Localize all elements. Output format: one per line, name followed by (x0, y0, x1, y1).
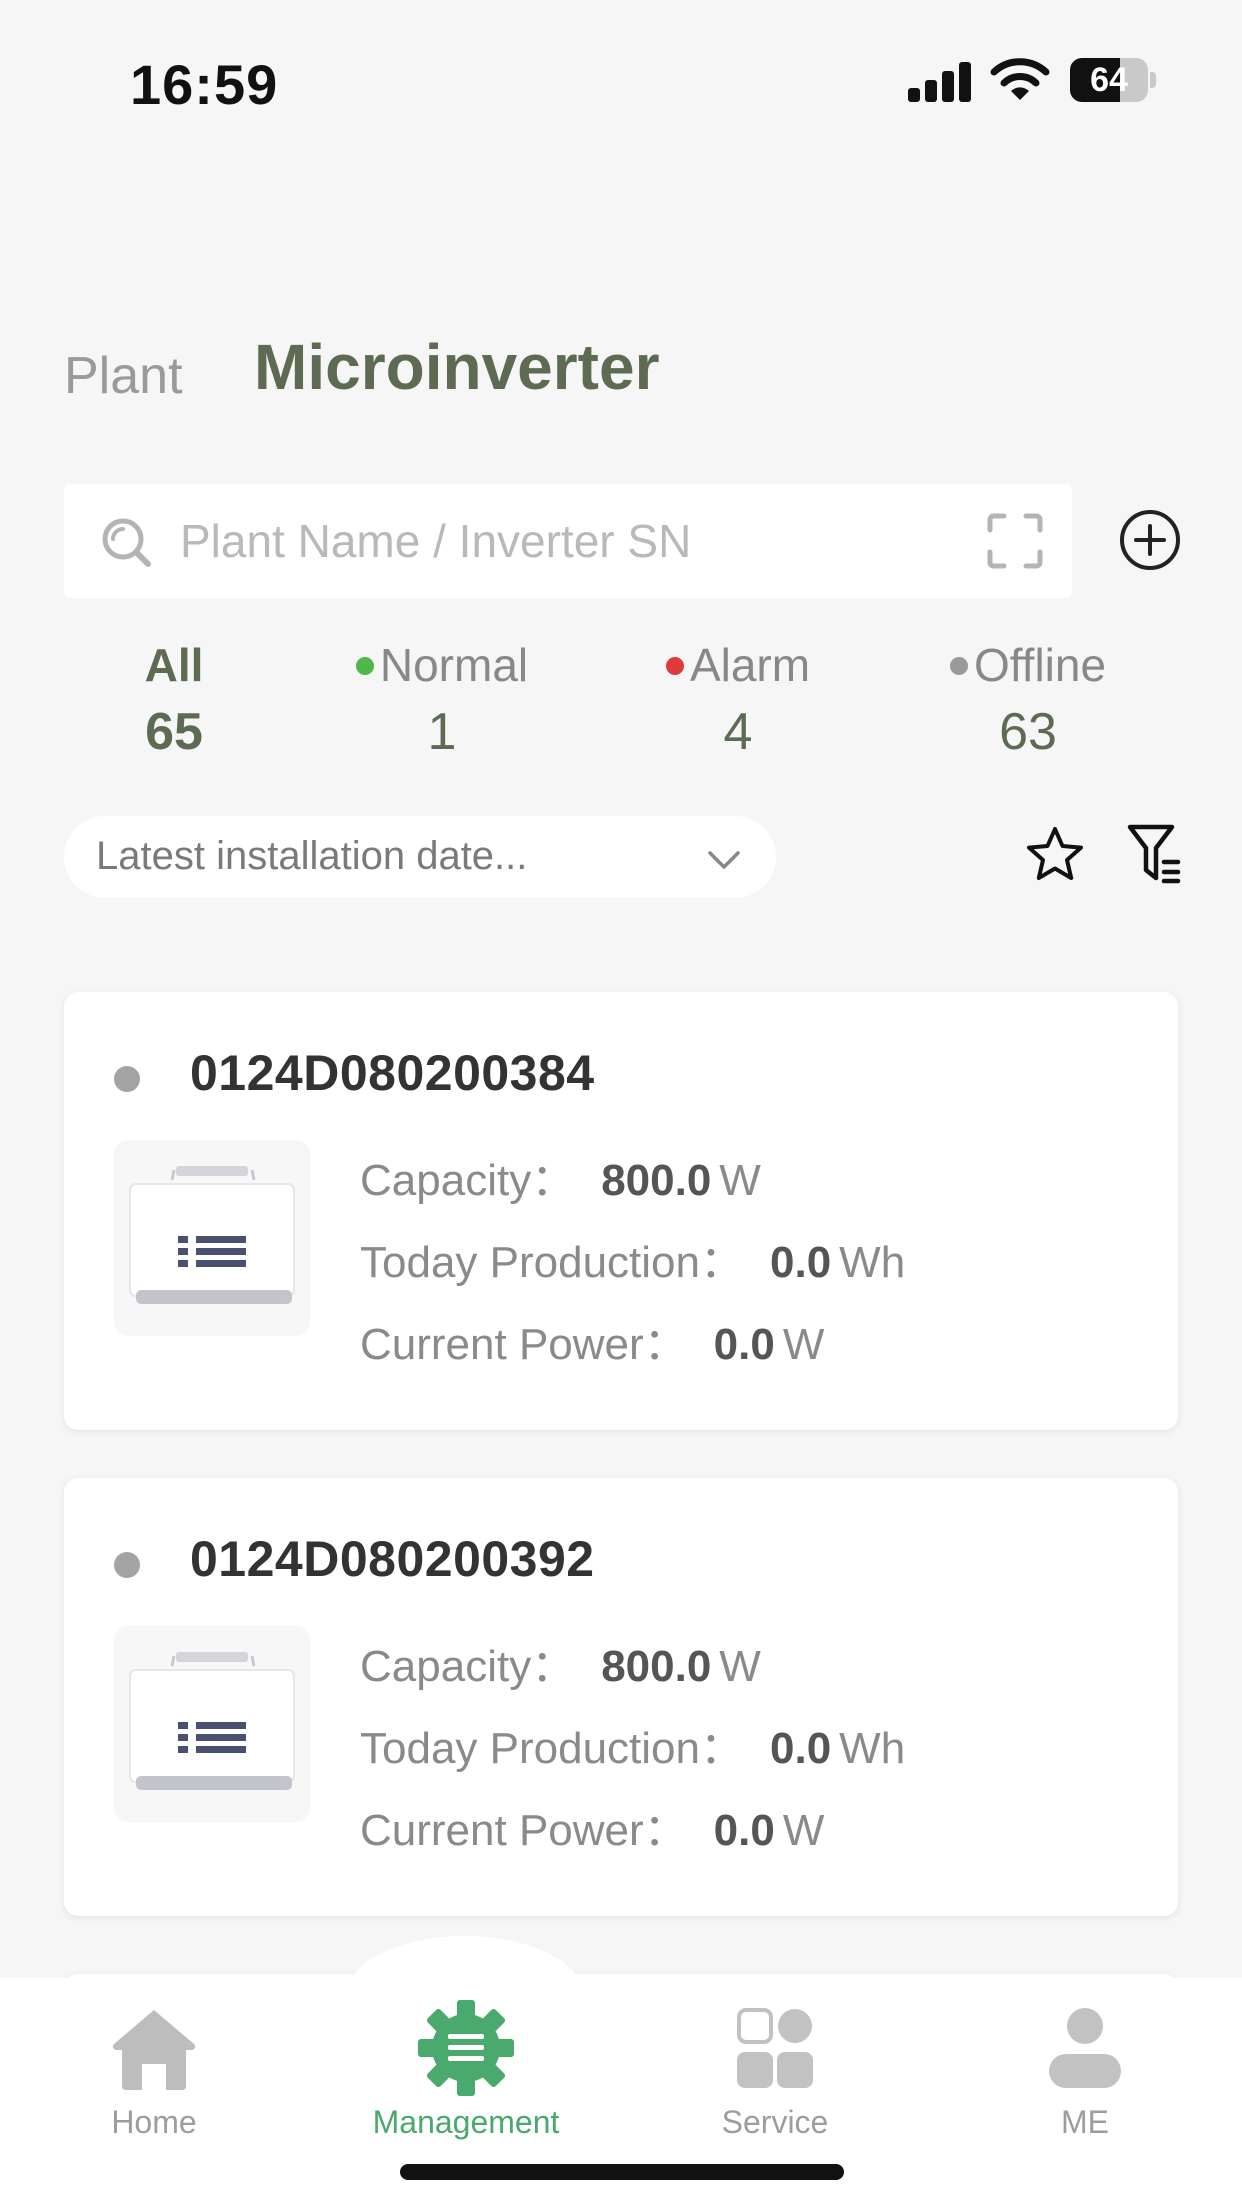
home-indicator (400, 2164, 844, 2180)
today-production-row: Today Production： 0.0 Wh (360, 1712, 905, 1776)
filter-normal[interactable]: Normal 1 (322, 638, 562, 768)
service-grid-icon (737, 2008, 813, 2088)
microinverter-device-icon (114, 1626, 310, 1822)
search-icon (102, 518, 151, 567)
filter-alarm-label: Alarm (689, 639, 811, 691)
today-production-label: Today Production： (360, 1238, 744, 1287)
today-production-unit: Wh (839, 1724, 906, 1773)
tab-microinverter[interactable]: Microinverter (254, 330, 659, 404)
nav-me[interactable]: ME (935, 2000, 1235, 2140)
favorite-star-icon[interactable] (1024, 824, 1086, 886)
filter-normal-label: Normal (379, 639, 529, 691)
device-status-dot (114, 1552, 140, 1578)
filter-all[interactable]: All 65 (94, 638, 254, 768)
capacity-row: Capacity： 800.0 W (360, 1630, 761, 1694)
capacity-label: Capacity： (360, 1156, 576, 1205)
status-bar: 16:59 64 (0, 0, 1242, 150)
capacity-value: 800.0 (601, 1642, 712, 1691)
nav-home-label: Home (111, 2104, 197, 2140)
scan-icon[interactable] (986, 512, 1044, 570)
sort-select[interactable]: Latest installation date... (64, 816, 776, 898)
nav-management[interactable]: Management (316, 2000, 616, 2140)
capacity-unit: W (719, 1642, 761, 1691)
current-power-label: Current Power： (360, 1806, 688, 1855)
filter-all-label: All (144, 639, 204, 691)
add-button[interactable] (1118, 508, 1182, 572)
today-production-value: 0.0 (770, 1724, 832, 1773)
capacity-unit: W (719, 1156, 761, 1205)
device-card[interactable]: 0124D080200392 Capacity： 800.0 W Today Pro… (64, 1478, 1178, 1916)
current-power-unit: W (782, 1806, 825, 1855)
filter-offline-count: 63 (999, 703, 1057, 761)
capacity-label: Capacity： (360, 1642, 576, 1691)
nav-me-label: ME (1061, 2104, 1109, 2140)
signal-icon (908, 62, 972, 102)
person-icon (1049, 2008, 1121, 2088)
current-power-value: 0.0 (713, 1320, 775, 1369)
app-screen: 16:59 64 Plant Microinverter Plant Name … (0, 0, 1242, 2208)
today-production-value: 0.0 (770, 1238, 832, 1287)
management-gear-icon (418, 2000, 514, 2096)
device-sn: 0124D080200384 (190, 1045, 595, 1101)
current-power-row: Current Power： 0.0 W (360, 1794, 824, 1858)
current-power-label: Current Power： (360, 1320, 688, 1369)
search-box (64, 484, 1072, 598)
today-production-row: Today Production： 0.0 Wh (360, 1226, 905, 1290)
offline-dot-icon (949, 657, 968, 675)
sort-selected-label: Latest installation date... (96, 834, 528, 878)
filter-offline[interactable]: Offline 63 (918, 638, 1138, 768)
device-status-dot (114, 1066, 140, 1092)
microinverter-device-icon (114, 1140, 310, 1336)
today-production-label: Today Production： (360, 1724, 744, 1773)
filter-alarm-count: 4 (723, 703, 753, 761)
current-power-row: Current Power： 0.0 W (360, 1308, 824, 1372)
device-sn: 0124D080200392 (190, 1531, 595, 1587)
capacity-value: 800.0 (601, 1156, 712, 1205)
status-filters: All 65 Normal 1 Alarm 4 Offline 63 (0, 638, 1242, 768)
filter-icon[interactable] (1126, 822, 1184, 886)
top-tabs: Plant Microinverter (64, 330, 1164, 420)
normal-dot-icon (355, 657, 374, 675)
device-card[interactable]: 0124D080200384 Capacity： 800.0 W Today Pro… (64, 992, 1178, 1430)
wifi-icon (990, 58, 1050, 100)
capacity-row: Capacity： 800.0 W (360, 1144, 761, 1208)
nav-home[interactable]: Home (4, 2000, 304, 2140)
filter-all-count: 65 (145, 703, 203, 761)
battery-icon: 64 (1070, 58, 1156, 102)
tab-plant[interactable]: Plant (64, 346, 183, 406)
current-power-value: 0.0 (713, 1806, 775, 1855)
filter-alarm[interactable]: Alarm 4 (628, 638, 848, 768)
nav-management-label: Management (372, 2104, 560, 2140)
status-time: 16:59 (130, 53, 279, 116)
filter-normal-count: 1 (427, 703, 457, 761)
search-input[interactable] (180, 484, 1000, 598)
today-production-unit: Wh (839, 1238, 906, 1287)
chevron-down-icon (708, 851, 740, 869)
alarm-dot-icon (665, 657, 684, 675)
current-power-unit: W (782, 1320, 825, 1369)
nav-service-label: Service (721, 2104, 829, 2140)
battery-level: 64 (1090, 61, 1128, 99)
nav-service[interactable]: Service (625, 2000, 925, 2140)
home-icon (112, 2010, 196, 2090)
filter-offline-label: Offline (973, 639, 1107, 691)
